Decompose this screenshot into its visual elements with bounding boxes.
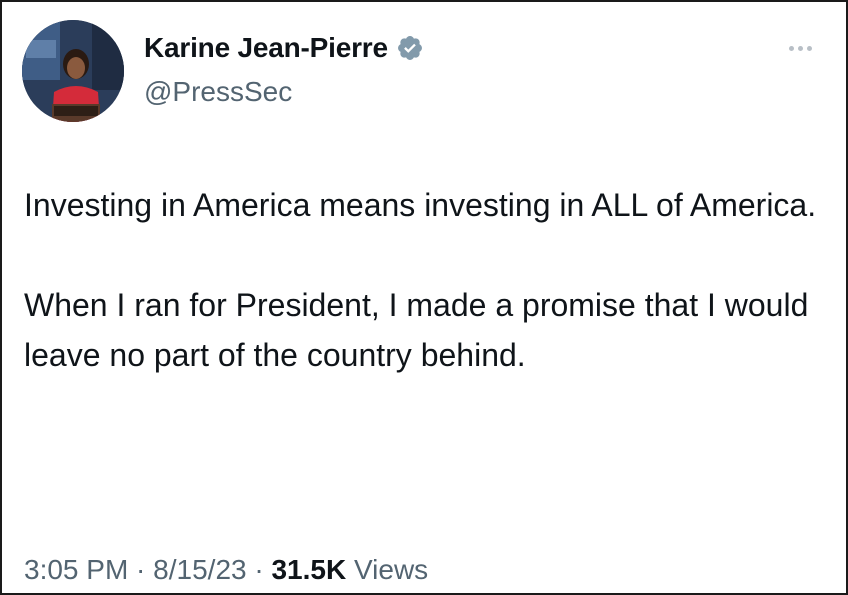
author-handle[interactable]: @PressSec [144,76,292,108]
tweet-paragraph: Investing in America means investing in … [24,187,817,223]
tweet-card: Karine Jean-Pierre @PressSec Investing i… [0,0,848,595]
verified-badge-icon [396,34,424,62]
tweet-date[interactable]: 8/15/23 [153,554,246,585]
more-dot [806,45,812,51]
views-label: Views [346,554,429,585]
more-options-icon[interactable] [780,36,820,60]
tweet-time[interactable]: 3:05 PM [24,554,128,585]
avatar[interactable] [22,20,124,122]
views-count[interactable]: 31.5K [271,554,346,585]
tweet-paragraph: When I ran for President, I made a promi… [24,287,809,373]
author-name[interactable]: Karine Jean-Pierre [144,32,388,64]
tweet-text: Investing in America means investing in … [24,180,824,380]
author-name-row[interactable]: Karine Jean-Pierre [144,32,424,64]
more-dot [797,45,803,51]
meta-separator: · [246,554,272,585]
meta-separator: · [128,554,154,585]
more-dot [788,45,794,51]
profile-photo-avatar [22,20,124,122]
tweet-metadata: 3:05 PM · 8/15/23 · 31.5K Views [24,554,428,586]
